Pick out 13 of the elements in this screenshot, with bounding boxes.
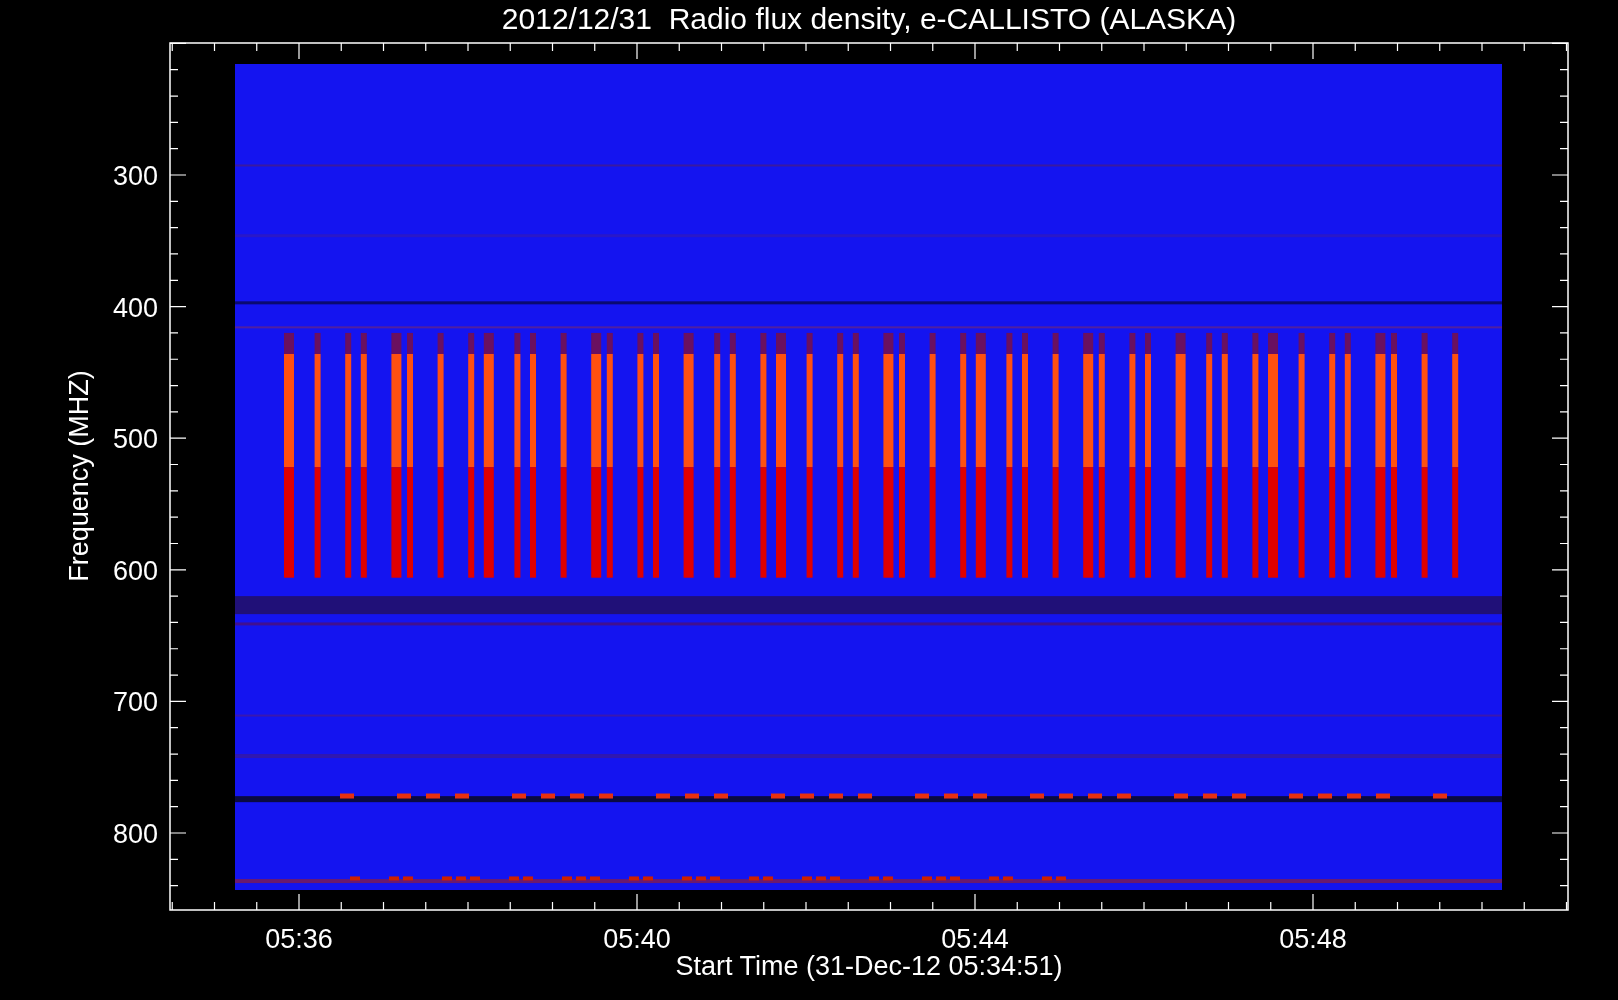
chart-title: 2012/12/31 Radio flux density, e-CALLISTO (ALASKA) [501, 2, 1237, 35]
tick-label: 05:40 [603, 924, 671, 954]
axis-label: Frequency (MHZ) [64, 370, 94, 582]
tick-label: 05:48 [1279, 924, 1347, 954]
tick-label: 300 [112, 161, 158, 191]
axis-label: Start Time (31-Dec-12 05:34:51) [675, 951, 1063, 981]
tick-label: 600 [112, 555, 158, 586]
tick-label: 800 [112, 819, 158, 849]
tick-label: 700 [112, 687, 158, 718]
tick-label: 05:44 [941, 924, 1009, 954]
tick-label: 500 [112, 424, 158, 455]
tick-label: 400 [112, 292, 158, 323]
tick-label: 05:36 [265, 924, 333, 954]
